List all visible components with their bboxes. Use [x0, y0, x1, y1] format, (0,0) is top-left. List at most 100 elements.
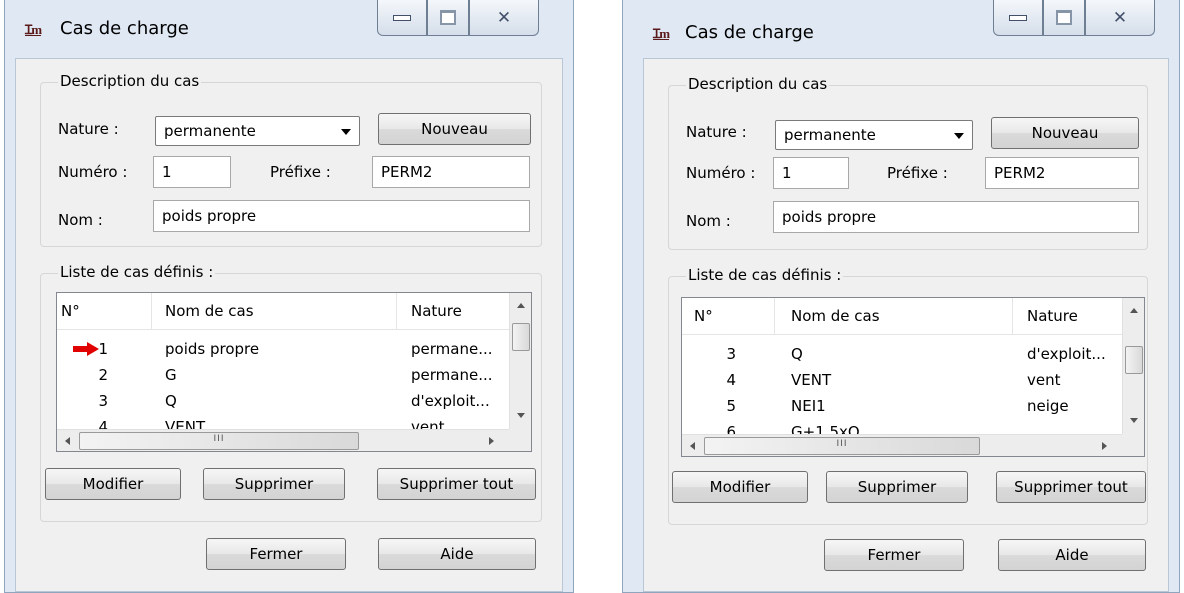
title-bar[interactable]: Ɪm Cas de charge ✕: [623, 0, 1179, 58]
cases-list[interactable]: N° Nom de cas Nature 3 Q d'exploit... 4 …: [681, 297, 1145, 457]
group-title: Description du cas: [686, 75, 830, 93]
case-name: Q: [791, 345, 803, 363]
case-number: 3: [98, 392, 108, 410]
list-header: N° Nom de cas Nature: [682, 298, 1144, 335]
load-case-dialog-right: Ɪm Cas de charge ✕ Description du cas Na…: [622, 0, 1180, 593]
column-header-nom[interactable]: Nom de cas: [775, 298, 1013, 334]
nature-value: permanente: [164, 122, 256, 140]
list-item[interactable]: 1 poids propre permane...: [57, 336, 509, 362]
list-item[interactable]: 5 NEI1 neige: [682, 393, 1122, 419]
case-name: poids propre: [165, 340, 260, 358]
scroll-left-icon[interactable]: [65, 437, 70, 445]
supprimer-button[interactable]: Supprimer: [826, 471, 968, 503]
load-case-dialog-left: Ɪm Cas de charge ✕ Description du cas Na…: [4, 0, 574, 593]
vertical-scrollbar[interactable]: [509, 293, 531, 429]
list-item[interactable]: 2 G permane...: [57, 362, 509, 388]
nature-label: Nature :: [58, 120, 119, 138]
numero-field[interactable]: 1: [153, 156, 231, 188]
horizontal-scrollbar[interactable]: III: [57, 429, 509, 451]
nom-field[interactable]: poids propre: [153, 200, 530, 232]
case-nature: neige: [1027, 397, 1069, 415]
scroll-left-icon[interactable]: [690, 442, 695, 450]
supprimer-button[interactable]: Supprimer: [203, 468, 345, 500]
scroll-up-icon[interactable]: [1130, 308, 1138, 313]
dialog-body: Description du cas Nature : permanente N…: [15, 58, 563, 592]
app-icon: Ɪm: [25, 22, 42, 37]
defined-cases-group: Liste de cas définis : N° Nom de cas Nat…: [668, 266, 1148, 525]
defined-cases-group: Liste de cas définis : N° Nom de cas Nat…: [40, 263, 542, 522]
list-item[interactable]: 4 VENT vent: [682, 367, 1122, 393]
numero-field[interactable]: 1: [773, 157, 849, 189]
aide-button[interactable]: Aide: [378, 538, 536, 570]
maximize-icon: [440, 10, 456, 25]
close-icon: ✕: [496, 7, 512, 28]
title-bar[interactable]: Ɪm Cas de charge ✕: [5, 0, 573, 58]
scroll-thumb[interactable]: III: [704, 437, 980, 455]
maximize-button[interactable]: [427, 0, 469, 36]
list-item[interactable]: 3 Q d'exploit...: [57, 388, 509, 414]
close-button[interactable]: ✕: [469, 0, 539, 36]
scroll-thumb[interactable]: [512, 323, 530, 351]
scroll-thumb[interactable]: III: [79, 432, 359, 450]
nom-field[interactable]: poids propre: [773, 201, 1139, 233]
scroll-corner: [509, 429, 531, 451]
cases-list[interactable]: N° Nom de cas Nature 1 poids propre perm…: [56, 292, 532, 452]
minimize-button[interactable]: [993, 0, 1043, 36]
close-button[interactable]: ✕: [1085, 0, 1155, 36]
window-title: Cas de charge: [685, 22, 814, 43]
modifier-button[interactable]: Modifier: [45, 468, 181, 500]
case-nature: d'exploit...: [411, 392, 490, 410]
nouveau-button[interactable]: Nouveau: [991, 117, 1139, 149]
nom-label: Nom :: [686, 212, 731, 230]
horizontal-scrollbar[interactable]: III: [682, 434, 1122, 456]
case-number: 1: [98, 340, 108, 358]
case-nature: permane...: [411, 366, 493, 384]
numero-label: Numéro :: [58, 163, 128, 181]
scroll-right-icon[interactable]: [489, 437, 494, 445]
scroll-up-icon[interactable]: [517, 303, 525, 308]
column-header-nature[interactable]: Nature: [1013, 298, 1122, 334]
case-nature: vent: [1027, 371, 1061, 389]
maximize-button[interactable]: [1043, 0, 1085, 36]
nature-select[interactable]: permanente: [775, 120, 973, 150]
prefixe-field[interactable]: PERM2: [372, 156, 530, 188]
window-title: Cas de charge: [60, 18, 189, 39]
fermer-button[interactable]: Fermer: [824, 539, 964, 571]
minimize-button[interactable]: [377, 0, 427, 36]
supprimer-tout-button[interactable]: Supprimer tout: [996, 471, 1146, 503]
minimize-icon: [1009, 14, 1027, 21]
nature-value: permanente: [784, 126, 876, 144]
nouveau-button[interactable]: Nouveau: [378, 113, 531, 145]
minimize-icon: [393, 14, 411, 21]
chevron-down-icon: [341, 129, 351, 135]
nature-label: Nature :: [686, 123, 747, 141]
column-header-nom[interactable]: Nom de cas: [152, 293, 397, 329]
group-title: Liste de cas définis :: [686, 266, 844, 284]
app-icon: Ɪm: [653, 26, 670, 41]
vertical-scrollbar[interactable]: [1122, 298, 1144, 434]
chevron-down-icon: [954, 133, 964, 139]
nom-label: Nom :: [58, 211, 103, 229]
prefixe-field[interactable]: PERM2: [985, 157, 1139, 189]
modifier-button[interactable]: Modifier: [672, 471, 808, 503]
scroll-down-icon[interactable]: [517, 413, 525, 418]
column-header-numero[interactable]: N°: [57, 293, 152, 329]
description-group: Description du cas Nature : permanente N…: [40, 72, 542, 247]
scroll-right-icon[interactable]: [1102, 442, 1107, 450]
fermer-button[interactable]: Fermer: [206, 538, 346, 570]
column-header-numero[interactable]: N°: [682, 298, 775, 334]
scroll-corner: [1122, 434, 1144, 456]
supprimer-tout-button[interactable]: Supprimer tout: [377, 468, 536, 500]
column-header-nature[interactable]: Nature: [397, 293, 509, 329]
scroll-down-icon[interactable]: [1130, 418, 1138, 423]
case-nature: permane...: [411, 340, 493, 358]
case-number: 5: [726, 397, 736, 415]
case-nature: d'exploit...: [1027, 345, 1106, 363]
scroll-thumb[interactable]: [1125, 346, 1143, 374]
list-item[interactable]: 3 Q d'exploit...: [682, 341, 1122, 367]
aide-button[interactable]: Aide: [998, 539, 1146, 571]
nature-select[interactable]: permanente: [155, 116, 360, 146]
prefixe-label: Préfixe :: [887, 164, 948, 182]
case-name: NEI1: [791, 397, 826, 415]
list-header: N° Nom de cas Nature: [57, 293, 531, 330]
